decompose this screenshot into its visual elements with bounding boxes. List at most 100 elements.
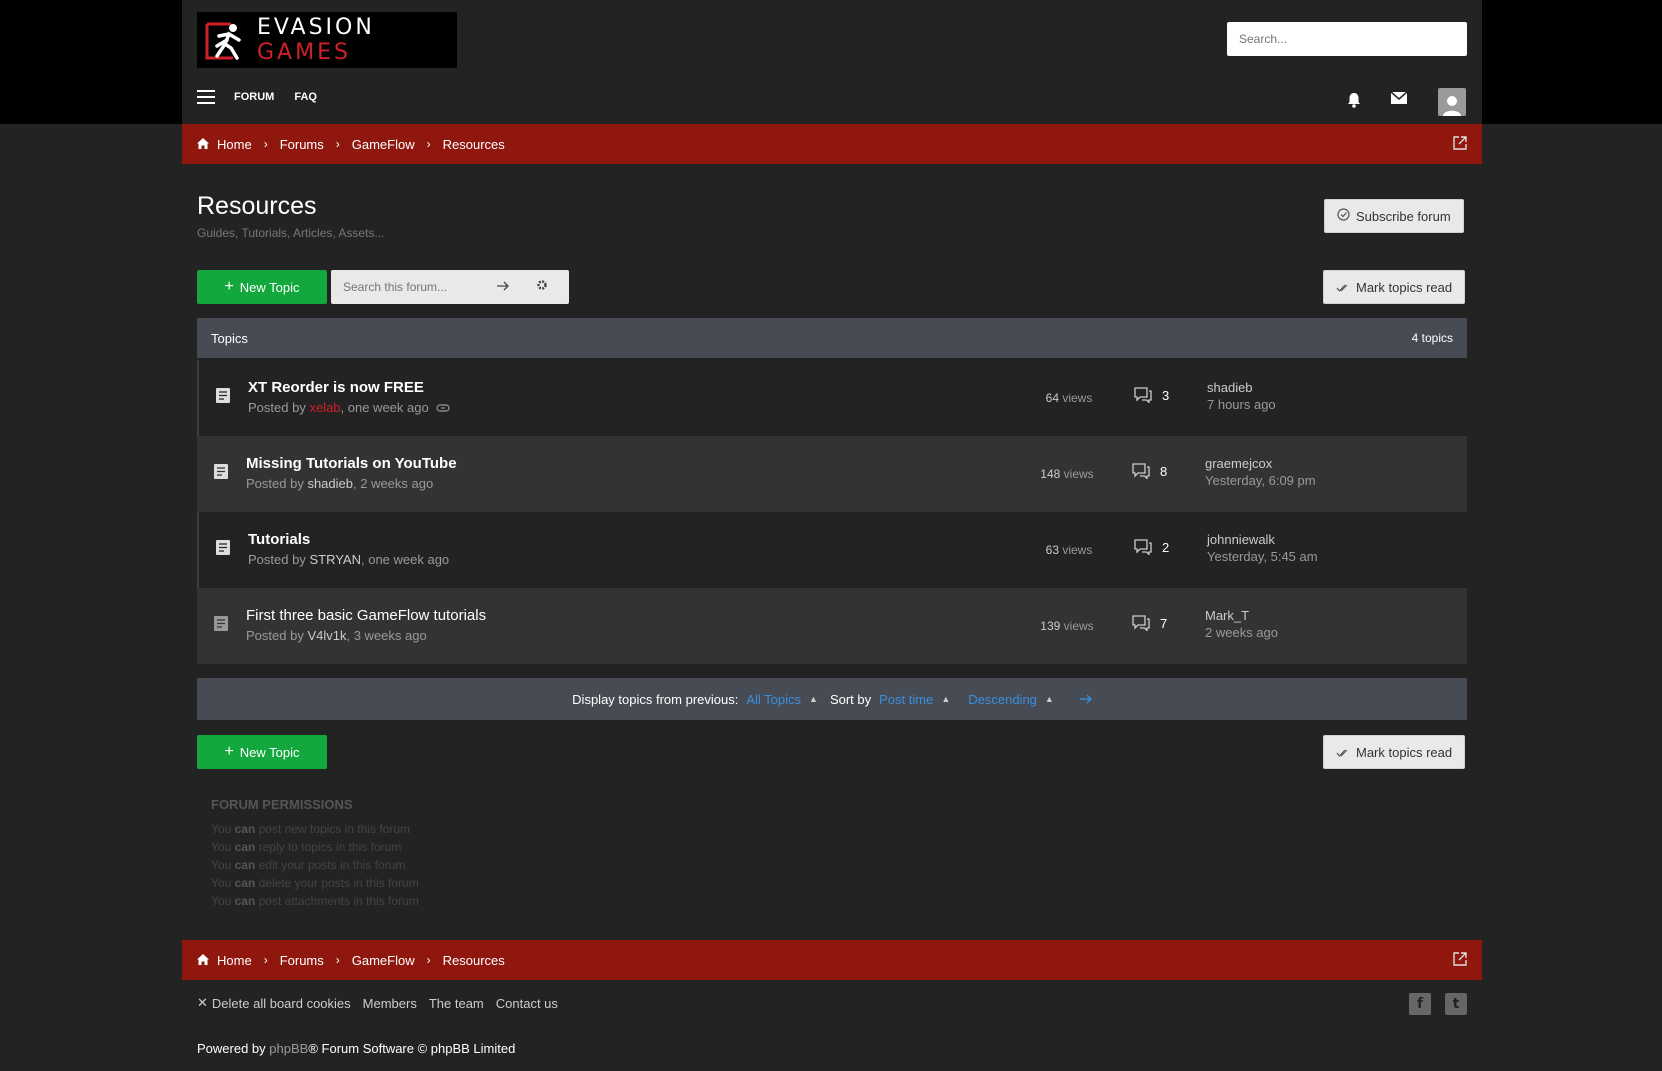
comments-icon [1132,463,1150,479]
new-topic-label: New Topic [239,279,300,295]
topic-views: 139 views [1040,619,1094,633]
topic-title[interactable]: First three basic GameFlow tutorials [246,607,486,624]
table-row[interactable]: Tutorials Posted by STRYAN, one week ago… [197,512,1467,588]
topic-title[interactable]: Tutorials [248,531,310,548]
sort-arrows-icon: ▲ [1044,694,1054,704]
sort-by-select[interactable]: Post time ▲ [879,692,950,707]
topics-header: Topics 4 topics [197,318,1467,358]
sort-arrows-icon: ▲ [809,694,818,704]
site-header: EVASION GAMES FORUM FAQ [182,0,1482,124]
double-check-icon [1336,280,1350,295]
external-link-icon[interactable] [1453,952,1467,969]
mark-read-label: Mark topics read [1356,279,1453,295]
go-arrow-icon[interactable] [1079,692,1092,707]
attachment-link-icon [436,400,450,415]
breadcrumb-gameflow[interactable]: GameFlow [352,953,415,968]
user-icon[interactable] [1438,88,1466,116]
comments-icon [1134,387,1152,403]
topic-replies: 8 [1132,463,1167,479]
nav-forum[interactable]: FORUM [234,91,274,103]
topic-meta: Posted by STRYAN, one week ago [248,552,450,567]
topic-author[interactable]: xelab [309,400,340,415]
topic-meta: Posted by xelab, one week ago [248,400,450,415]
last-post-user[interactable]: shadieb [1207,380,1276,395]
breadcrumb-resources[interactable]: Resources [443,953,505,968]
double-check-icon [1336,745,1350,760]
topic-author[interactable]: V4lv1k [307,628,346,643]
nav-faq[interactable]: FAQ [294,91,317,103]
topic-views: 148 views [1040,467,1094,481]
topic-replies: 2 [1134,539,1169,555]
last-post-time[interactable]: 7 hours ago [1207,397,1276,412]
gear-icon[interactable] [536,279,548,295]
envelope-icon[interactable] [1390,91,1408,108]
breadcrumb-forums[interactable]: Forums [280,953,324,968]
bell-icon[interactable] [1347,92,1361,112]
twitter-icon[interactable]: t [1445,993,1467,1015]
topic-last-post: Mark_T 2 weeks ago [1205,608,1278,640]
last-post-time[interactable]: Yesterday, 5:45 am [1207,549,1318,564]
new-topic-button-bottom[interactable]: + New Topic [197,735,327,769]
breadcrumb-home[interactable]: Home [217,137,252,152]
site-logo[interactable]: EVASION GAMES [197,12,457,68]
permission-line: You can post attachments in this forum [211,894,419,908]
breadcrumb: Home › Forums › GameFlow › Resources [182,124,1482,164]
display-select[interactable]: All Topics ▲ [746,692,818,707]
topic-author[interactable]: shadieb [307,476,353,491]
running-man-logo-icon [203,18,247,62]
document-icon [216,540,230,558]
display-label: Display topics from previous: [572,691,739,707]
home-icon [197,137,209,152]
forum-search-input[interactable] [331,280,491,294]
topic-author[interactable]: STRYAN [309,552,361,567]
phpbb-link[interactable]: phpBB [269,1041,308,1056]
logo-text: EVASION GAMES [257,15,375,65]
topic-title[interactable]: XT Reorder is now FREE [248,379,424,396]
footer-links: ✕ Delete all board cookies Members The t… [197,995,570,1011]
chevron-right-icon: › [426,953,431,967]
mark-topics-read-button[interactable]: Mark topics read [1323,270,1466,304]
permission-line: You can delete your posts in this forum [211,876,419,890]
subscribe-label: Subscribe forum [1356,208,1451,224]
breadcrumb-footer: Home › Forums › GameFlow › Resources [182,940,1482,980]
breadcrumb-home[interactable]: Home [217,953,252,968]
breadcrumb-gameflow[interactable]: GameFlow [352,137,415,152]
facebook-icon[interactable]: f [1409,993,1431,1015]
menu-icon[interactable] [197,90,215,104]
table-row[interactable]: Missing Tutorials on YouTube Posted by s… [197,436,1467,512]
external-link-icon[interactable] [1453,136,1467,153]
contact-link[interactable]: Contact us [496,996,558,1011]
team-link[interactable]: The team [429,996,484,1011]
table-row[interactable]: XT Reorder is now FREE Posted by xelab, … [197,360,1467,436]
arrow-right-icon[interactable] [497,280,509,295]
sort-order-select[interactable]: Descending ▲ [968,692,1054,707]
sort-arrows-icon: ▲ [941,694,951,704]
document-icon [214,464,228,482]
check-circle-icon [1337,208,1350,224]
topic-views: 63 views [1045,543,1093,557]
topics-header-label: Topics [211,330,248,346]
topic-last-post: graemejcox Yesterday, 6:09 pm [1205,456,1316,488]
new-topic-label: New Topic [239,744,300,760]
header-search-input[interactable] [1227,22,1467,56]
members-link[interactable]: Members [363,996,417,1011]
chevron-right-icon: › [335,137,340,151]
subscribe-forum-button[interactable]: Subscribe forum [1324,199,1464,233]
last-post-user[interactable]: Mark_T [1205,608,1278,623]
topic-title[interactable]: Missing Tutorials on YouTube [246,455,457,472]
document-icon [214,616,228,634]
breadcrumb-forums[interactable]: Forums [280,137,324,152]
delete-cookies-link[interactable]: Delete all board cookies [212,996,351,1011]
topics-count: 4 topics [1411,331,1453,345]
breadcrumb-resources[interactable]: Resources [443,137,505,152]
table-row[interactable]: First three basic GameFlow tutorials Pos… [197,588,1467,664]
mark-topics-read-button-bottom[interactable]: Mark topics read [1323,735,1466,769]
comments-icon [1134,539,1152,555]
last-post-user[interactable]: graemejcox [1205,456,1316,471]
new-topic-button[interactable]: + New Topic [197,270,327,304]
topic-replies: 7 [1132,615,1167,631]
comments-icon [1132,615,1150,631]
last-post-user[interactable]: johnniewalk [1207,532,1318,547]
last-post-time[interactable]: Yesterday, 6:09 pm [1205,473,1316,488]
last-post-time[interactable]: 2 weeks ago [1205,625,1278,640]
